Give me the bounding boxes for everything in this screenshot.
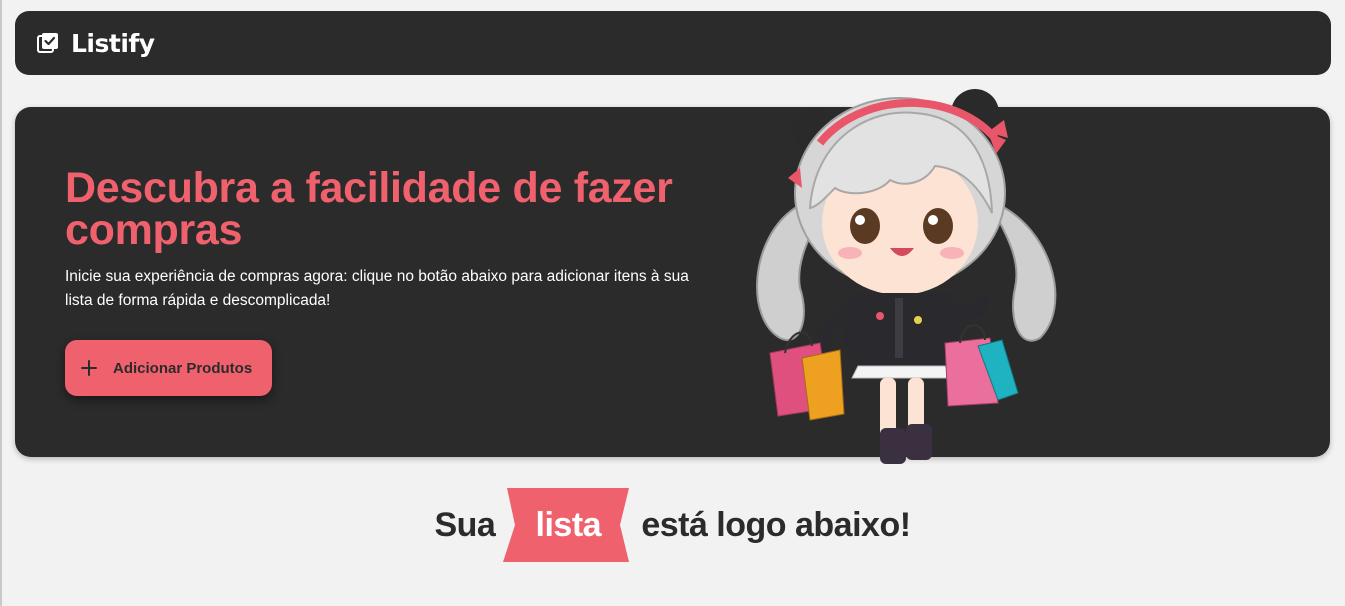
hero-banner: Descubra a facilidade de fazer compras I… (15, 107, 1330, 457)
list-heading-suffix: está logo abaixo! (641, 505, 911, 544)
list-highlight-ribbon: lista (503, 488, 633, 562)
add-products-button[interactable]: Adicionar Produtos (65, 340, 272, 396)
navbar: Listify (15, 11, 1331, 75)
brand-name[interactable]: Listify (71, 29, 155, 58)
mascot-illustration (740, 88, 1070, 478)
list-section-heading: Sua lista está logo abaixo! (0, 488, 1345, 562)
list-heading-prefix: Sua (434, 505, 496, 544)
add-products-label: Adicionar Produtos (113, 359, 253, 377)
hero-title: Descubra a facilidade de fazer compras (65, 164, 673, 254)
list-highlight-word: lista (535, 505, 602, 544)
plus-icon (81, 360, 97, 376)
checklist-icon[interactable] (37, 32, 59, 54)
hero-description: Inicie sua experiência de compras agora:… (65, 268, 689, 309)
